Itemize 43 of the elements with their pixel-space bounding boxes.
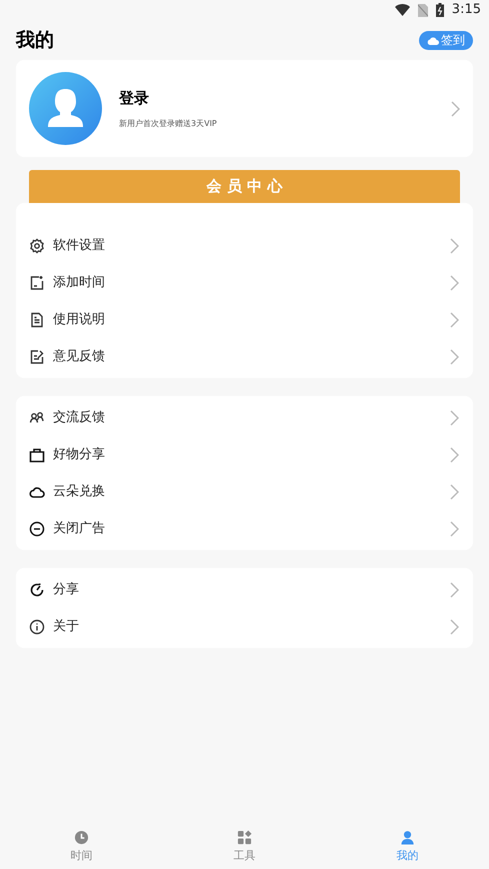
cloud-icon: [427, 36, 439, 44]
chevron-icon: [450, 618, 459, 634]
chevron-icon: [450, 410, 459, 426]
avatar-icon: [29, 72, 102, 145]
person-icon: [400, 830, 415, 845]
chevron-icon: [450, 520, 459, 536]
menu-item[interactable]: 分享: [16, 571, 473, 608]
people-icon: [29, 410, 45, 426]
menu-item[interactable]: 关于: [16, 608, 473, 645]
settings-icon: [29, 238, 45, 254]
menu-item[interactable]: 云朵兑换: [16, 473, 473, 510]
wifi-icon: [394, 4, 410, 16]
menu-item[interactable]: 好物分享: [16, 436, 473, 473]
login-label: 登录: [119, 88, 150, 110]
menu-item[interactable]: 关闭广告: [16, 510, 473, 547]
info-icon: [29, 618, 45, 634]
profile-card[interactable]: 登录 新用户首次登录赠送3天VIP: [16, 60, 473, 157]
chevron-icon: [450, 582, 459, 598]
menu-item[interactable]: 软件设置: [16, 227, 473, 264]
menu-item[interactable]: 交流反馈: [16, 399, 473, 436]
refresh-icon: [29, 582, 45, 598]
menu-item[interactable]: 使用说明: [16, 301, 473, 338]
chevron-icon: [450, 446, 459, 462]
no-sim-icon: [418, 4, 428, 16]
chevron-icon: [451, 100, 460, 116]
login-hint: 新用户首次登录赠送3天VIP: [119, 118, 218, 130]
chevron-icon: [450, 312, 459, 328]
note-icon: [29, 274, 45, 290]
menu-item[interactable]: 意见反馈: [16, 338, 473, 375]
edit-icon: [29, 348, 45, 364]
menu-item[interactable]: 添加时间: [16, 264, 473, 301]
chevron-icon: [450, 484, 459, 500]
minus-circle-icon: [29, 520, 45, 536]
battery-icon: [436, 3, 444, 17]
chevron-icon: [450, 348, 459, 364]
document-icon: [29, 312, 45, 328]
grid-icon: [237, 830, 252, 845]
page-title: 我的: [16, 28, 54, 53]
bag-icon: [29, 446, 45, 462]
status-time: 3:15: [452, 1, 481, 20]
clock-icon: [74, 830, 89, 845]
chevron-icon: [450, 238, 459, 254]
chevron-icon: [450, 274, 459, 290]
